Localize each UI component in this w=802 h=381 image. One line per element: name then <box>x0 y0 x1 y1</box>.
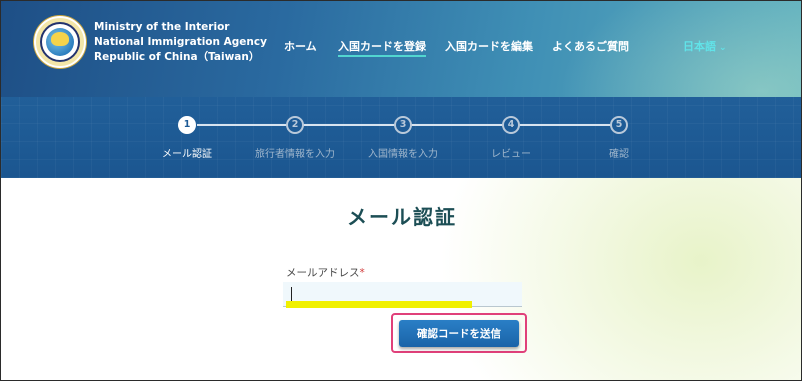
main-nav: ホーム 入国カードを登録 入国カードを編集 よくあるご質問 <box>1 38 801 58</box>
nav-register-arrival-card[interactable]: 入国カードを登録 <box>338 38 426 57</box>
page-title: メール認証 <box>347 205 457 229</box>
step-5-label: 確認 <box>609 149 629 160</box>
email-label-text: メールアドレス <box>286 267 360 279</box>
nav-home[interactable]: ホーム <box>284 38 317 54</box>
step-2-label: 旅行者情報を入力 <box>255 149 335 160</box>
step-1-label: メール認証 <box>162 149 212 160</box>
org-line-1: Ministry of the Interior <box>94 21 230 33</box>
step-4-label: レビュー <box>491 149 531 160</box>
step-3-circle: 3 <box>394 116 412 134</box>
step-1-circle: 1 <box>178 116 196 134</box>
nav-faq[interactable]: よくあるご質問 <box>552 38 629 54</box>
text-cursor <box>291 287 292 301</box>
step-2-circle: 2 <box>286 116 304 134</box>
chevron-down-icon: ⌄ <box>719 43 727 53</box>
site-header: Ministry of the Interior National Immigr… <box>1 1 801 97</box>
required-mark: * <box>359 267 365 279</box>
step-5-circle: 5 <box>610 116 628 134</box>
language-label: 日本語 <box>683 40 716 53</box>
page-frame: Ministry of the Interior National Immigr… <box>0 0 802 381</box>
yellow-highlight-marker <box>286 301 472 308</box>
step-4-circle: 4 <box>502 116 520 134</box>
send-verification-code-button[interactable]: 確認コードを送信 <box>399 320 519 347</box>
progress-steps: 1 2 3 4 5 メール認証 旅行者情報を入力 入国情報を入力 レビュー 確認 <box>1 97 801 178</box>
step-3-label: 入国情報を入力 <box>368 149 438 160</box>
language-selector[interactable]: 日本語 ⌄ <box>683 38 727 54</box>
send-button-highlight-box: 確認コードを送信 <box>391 313 527 353</box>
nav-edit-arrival-card[interactable]: 入国カードを編集 <box>445 38 533 54</box>
email-field-label: メールアドレス* <box>286 265 365 280</box>
